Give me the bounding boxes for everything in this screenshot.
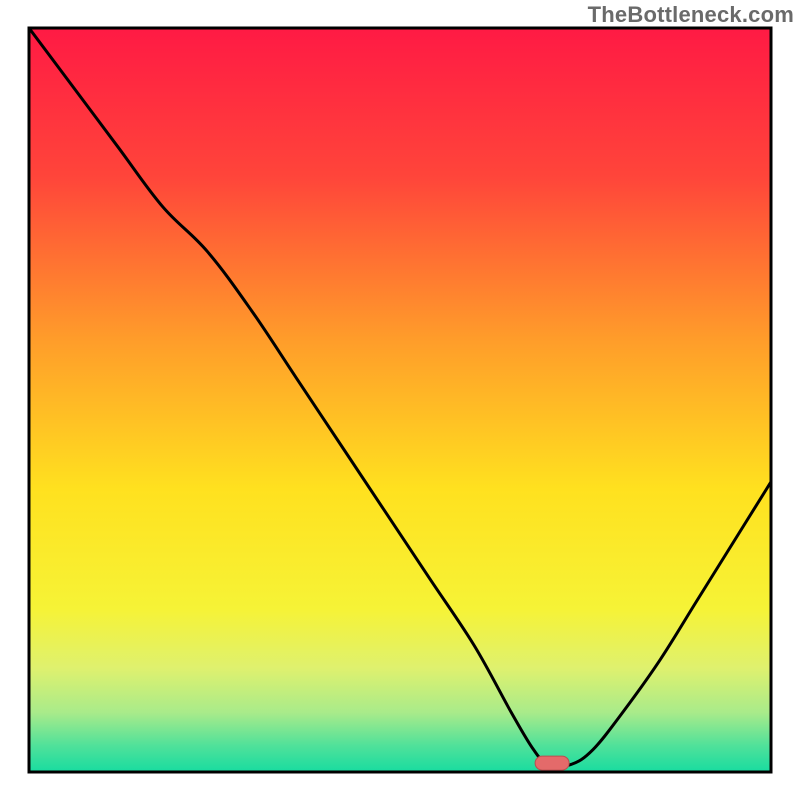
optimal-point-marker: [535, 756, 569, 770]
watermark-text: TheBottleneck.com: [588, 2, 794, 28]
chart-stage: TheBottleneck.com: [0, 0, 800, 800]
bottleneck-chart: [0, 0, 800, 800]
